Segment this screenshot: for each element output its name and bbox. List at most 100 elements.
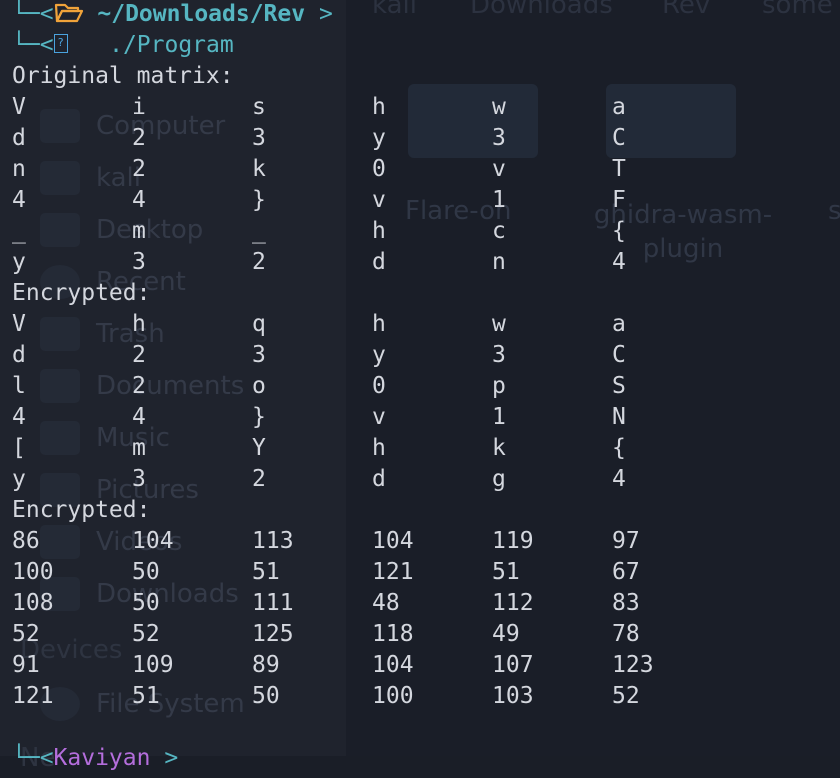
matrix-cell: 51 bbox=[492, 559, 520, 585]
matrix-cell: l bbox=[12, 373, 26, 399]
matrix-cell: 100 bbox=[12, 559, 54, 585]
matrix-cell: { bbox=[612, 435, 626, 461]
matrix-cell: g bbox=[492, 466, 506, 492]
matrix-cell: d bbox=[372, 466, 386, 492]
matrix-cell: i bbox=[132, 94, 146, 120]
matrix-cell: S bbox=[612, 373, 626, 399]
matrix-cell: q bbox=[252, 311, 266, 337]
matrix-cell: v bbox=[372, 187, 386, 213]
prompt-cwd: ~/Downloads/Rev bbox=[83, 1, 306, 27]
matrix-cell: m bbox=[132, 435, 146, 461]
prompt-line-next: └─<Kaviyan > bbox=[12, 743, 178, 774]
matrix-cell: 86 bbox=[12, 528, 40, 554]
terminal-output[interactable]: └─< ~/Downloads/Rev > └─<? ./Program Ori… bbox=[0, 0, 840, 771]
matrix-cell: w bbox=[492, 94, 506, 120]
matrix-cell: a bbox=[612, 94, 626, 120]
matrix-cell: _ bbox=[12, 218, 26, 244]
matrix-cell: C bbox=[612, 125, 626, 151]
command-text: ./Program bbox=[109, 32, 234, 58]
matrix-cell: y bbox=[12, 249, 26, 275]
matrix-cell: 91 bbox=[12, 652, 40, 678]
matrix-cell: 2 bbox=[132, 125, 146, 151]
matrix-cell: 113 bbox=[252, 528, 294, 554]
matrix-cell: 0 bbox=[372, 373, 386, 399]
matrix-cell: s bbox=[252, 94, 266, 120]
matrix-cell: 4 bbox=[612, 249, 626, 275]
prompt-user: Kaviyan bbox=[53, 745, 151, 771]
matrix-cell: 50 bbox=[252, 683, 280, 709]
matrix-cell: 109 bbox=[132, 652, 174, 678]
matrix-cell: d bbox=[12, 342, 26, 368]
matrix-cell: 52 bbox=[612, 683, 640, 709]
matrix-cell: 2 bbox=[252, 466, 266, 492]
matrix-cell: F bbox=[612, 187, 626, 213]
matrix-cell: 107 bbox=[492, 652, 534, 678]
section-title-encrypted-codes: Encrypted: bbox=[12, 497, 151, 523]
unknown-glyph-icon: ? bbox=[53, 34, 68, 53]
matrix-cell: y bbox=[12, 466, 26, 492]
matrix-cell: v bbox=[372, 404, 386, 430]
matrix-cell: 2 bbox=[132, 156, 146, 182]
prompt-line-path: └─< ~/Downloads/Rev > bbox=[12, 0, 333, 30]
matrix-cell: 78 bbox=[612, 621, 640, 647]
matrix-cell: 104 bbox=[372, 528, 414, 554]
matrix-cell: 111 bbox=[252, 590, 294, 616]
matrix-cell: 97 bbox=[612, 528, 640, 554]
matrix-cell: 104 bbox=[132, 528, 174, 554]
matrix-cell: m bbox=[132, 218, 146, 244]
matrix-cell: 3 bbox=[252, 342, 266, 368]
matrix-cell: 103 bbox=[492, 683, 534, 709]
matrix-cell: 51 bbox=[132, 683, 160, 709]
matrix-cell: 3 bbox=[132, 249, 146, 275]
matrix-cell: n bbox=[492, 249, 506, 275]
matrix-cell: h bbox=[372, 311, 386, 337]
matrix-cell: 52 bbox=[12, 621, 40, 647]
matrix-cell: d bbox=[372, 249, 386, 275]
matrix-cell: 1 bbox=[492, 404, 506, 430]
matrix-cell: 3 bbox=[132, 466, 146, 492]
matrix-cell: T bbox=[612, 156, 626, 182]
matrix-cell: y bbox=[372, 125, 386, 151]
matrix-cell: 50 bbox=[132, 559, 160, 585]
matrix-cell: 121 bbox=[372, 559, 414, 585]
prompt-tree-branch: └─< bbox=[12, 1, 54, 27]
matrix-cell: 3 bbox=[252, 125, 266, 151]
matrix-cell: 4 bbox=[12, 187, 26, 213]
prompt-tree-branch: └─< bbox=[12, 32, 54, 58]
matrix-cell: c bbox=[492, 218, 506, 244]
matrix-cell: Y bbox=[252, 435, 266, 461]
matrix-cell: 119 bbox=[492, 528, 534, 554]
matrix-cell: 123 bbox=[612, 652, 654, 678]
matrix-cell: h bbox=[372, 94, 386, 120]
matrix-cell: k bbox=[252, 156, 266, 182]
matrix-cell: w bbox=[492, 311, 506, 337]
matrix-cell: 3 bbox=[492, 342, 506, 368]
matrix-cell: v bbox=[492, 156, 506, 182]
section-title-original: Original matrix: bbox=[12, 63, 234, 89]
folder-open-icon bbox=[54, 1, 84, 27]
matrix-cell: y bbox=[372, 342, 386, 368]
matrix-cell: o bbox=[252, 373, 266, 399]
matrix-cell: 4 bbox=[132, 404, 146, 430]
matrix-cell: } bbox=[252, 404, 266, 430]
matrix-cell: } bbox=[252, 187, 266, 213]
matrix-cell: 0 bbox=[372, 156, 386, 182]
matrix-cell: 118 bbox=[372, 621, 414, 647]
matrix-cell: [ bbox=[12, 435, 26, 461]
matrix-cell: h bbox=[372, 435, 386, 461]
prompt-line-command: └─<? ./Program bbox=[12, 30, 234, 61]
matrix-cell: 108 bbox=[12, 590, 54, 616]
matrix-cell: 4 bbox=[612, 466, 626, 492]
prompt-chevron: > bbox=[318, 1, 333, 27]
matrix-cell: 4 bbox=[132, 187, 146, 213]
matrix-cell: n bbox=[12, 156, 26, 182]
matrix-cell: 67 bbox=[612, 559, 640, 585]
matrix-cell: 4 bbox=[12, 404, 26, 430]
matrix-cell: 100 bbox=[372, 683, 414, 709]
matrix-cell: 2 bbox=[132, 342, 146, 368]
matrix-cell: 52 bbox=[132, 621, 160, 647]
matrix-cell: p bbox=[492, 373, 506, 399]
matrix-cell: { bbox=[612, 218, 626, 244]
matrix-cell: N bbox=[612, 404, 626, 430]
matrix-cell: C bbox=[612, 342, 626, 368]
